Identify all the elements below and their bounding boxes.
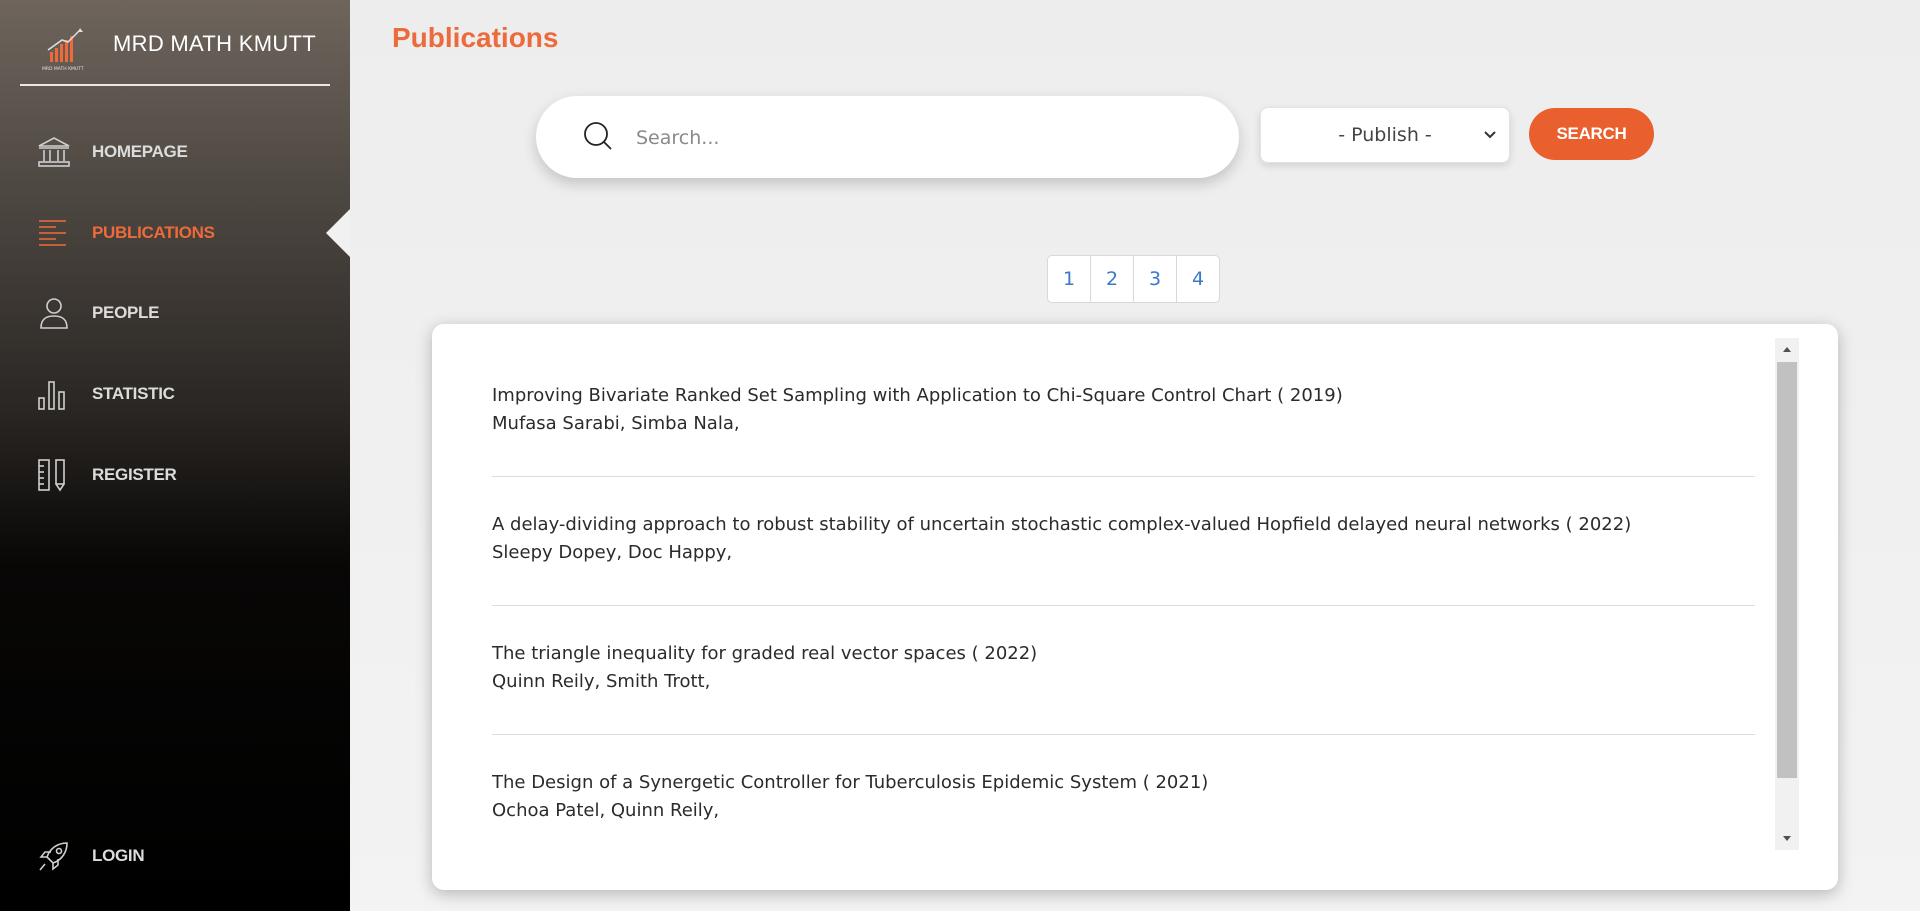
scroll-down-arrow-icon[interactable]	[1775, 828, 1799, 850]
publication-item[interactable]: A delay-dividing approach to robust stab…	[492, 477, 1755, 606]
page-link[interactable]: 2	[1091, 256, 1134, 302]
bar-chart-logo-icon: MRD MATH KMUTT	[42, 28, 84, 72]
publication-title[interactable]: A delay-dividing approach to robust stab…	[492, 511, 1755, 539]
publication-title[interactable]: The triangle inequality for graded real …	[492, 640, 1755, 668]
publication-item[interactable]: The Design of a Synergetic Controller fo…	[492, 735, 1755, 864]
publish-select[interactable]: - Publish -	[1260, 107, 1510, 163]
publication-authors: Mufasa Sarabi, Simba Nala,	[492, 413, 740, 434]
chevron-down-icon	[1484, 131, 1496, 139]
pagination: 1 2 3 4	[1047, 255, 1220, 303]
publication-authors: Sleepy Dopey, Doc Happy,	[492, 542, 733, 563]
search-box[interactable]	[536, 96, 1239, 178]
sidebar-item-people[interactable]: PEOPLE	[36, 293, 336, 333]
publication-item[interactable]: The triangle inequality for graded real …	[492, 606, 1755, 735]
page-title: Publications	[392, 22, 559, 53]
publication-list: Improving Bivariate Ranked Set Sampling …	[492, 348, 1755, 864]
publication-title[interactable]: Improving Bivariate Ranked Set Sampling …	[492, 382, 1755, 410]
logo-text: MRD MATH KMUTT	[42, 66, 84, 72]
scroll-up-arrow-icon[interactable]	[1775, 338, 1799, 360]
brand-name: MRD MATH KMUTT	[113, 31, 316, 56]
publication-authors: Ochoa Patel, Quinn Reily,	[492, 800, 720, 821]
sidebar-item-label: PEOPLE	[92, 303, 160, 322]
ruler-pencil-icon	[38, 459, 65, 492]
sidebar-item-login[interactable]: LOGIN	[36, 836, 336, 876]
active-indicator	[326, 209, 350, 257]
sidebar-item-label: HOMEPAGE	[92, 142, 188, 161]
search-icon	[584, 122, 612, 150]
login-label: LOGIN	[92, 846, 145, 865]
publication-authors: Quinn Reily, Smith Trott,	[492, 671, 711, 692]
publication-item[interactable]: Improving Bivariate Ranked Set Sampling …	[492, 348, 1755, 477]
sidebar-item-publications[interactable]: PUBLICATIONS	[36, 213, 336, 253]
page-link[interactable]: 1	[1048, 256, 1091, 302]
publication-title[interactable]: The Design of a Synergetic Controller fo…	[492, 769, 1755, 797]
sidebar: MRD MATH KMUTT MRD MATH KMUTT HOMEPAGE P…	[0, 0, 350, 911]
bank-icon	[38, 137, 70, 167]
search-input[interactable]	[634, 118, 1198, 158]
sidebar-item-label: PUBLICATIONS	[92, 223, 215, 242]
publications-panel: Improving Bivariate Ranked Set Sampling …	[432, 324, 1838, 890]
sidebar-item-register[interactable]: REGISTER	[36, 455, 336, 495]
lines-icon	[39, 220, 66, 246]
scrollbar[interactable]	[1775, 338, 1799, 850]
publish-select-value: - Publish -	[1338, 124, 1432, 146]
brand[interactable]: MRD MATH KMUTT MRD MATH KMUTT	[20, 18, 330, 86]
person-icon	[40, 298, 68, 329]
sidebar-item-label: REGISTER	[92, 465, 177, 484]
sidebar-item-homepage[interactable]: HOMEPAGE	[36, 132, 336, 172]
rocket-icon	[39, 842, 68, 871]
sidebar-item-label: STATISTIC	[92, 384, 175, 403]
sidebar-item-statistic[interactable]: STATISTIC	[36, 374, 336, 414]
search-button[interactable]: SEARCH	[1529, 108, 1654, 160]
page-link[interactable]: 4	[1177, 256, 1219, 302]
scrollbar-thumb[interactable]	[1777, 362, 1797, 778]
bar-chart-icon	[38, 381, 65, 410]
page-link[interactable]: 3	[1134, 256, 1177, 302]
